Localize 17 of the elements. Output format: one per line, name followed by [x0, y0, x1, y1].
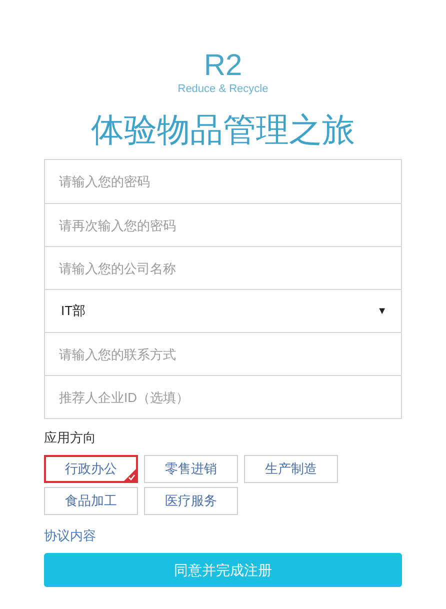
input-field[interactable]: 请输入您的密码: [59, 166, 387, 196]
check-corner-icon: [124, 469, 136, 481]
option-button[interactable]: 生产制造: [244, 455, 338, 483]
option-button[interactable]: 零售进销: [144, 455, 238, 483]
logo-tagline: Reduce & Recycle: [178, 82, 268, 96]
input-field[interactable]: 推荐人企业ID（选填）: [59, 382, 387, 412]
page-title: 体验物品管理之旅: [91, 110, 355, 150]
input-field[interactable]: 请输入您的公司名称: [59, 253, 387, 283]
agreement-link[interactable]: 协议内容: [44, 527, 96, 545]
department-select[interactable]: IT部 ▼: [45, 289, 401, 332]
input-field[interactable]: 请再次输入您的密码: [59, 210, 387, 240]
option-button[interactable]: 行政办公: [44, 455, 138, 483]
logo-text: R2: [204, 50, 242, 82]
input-field[interactable]: 请输入您的联系方式: [59, 339, 387, 369]
section-label: 应用方向: [44, 429, 97, 447]
option-button[interactable]: 医疗服务: [144, 487, 238, 515]
option-button[interactable]: 食品加工: [44, 487, 138, 515]
